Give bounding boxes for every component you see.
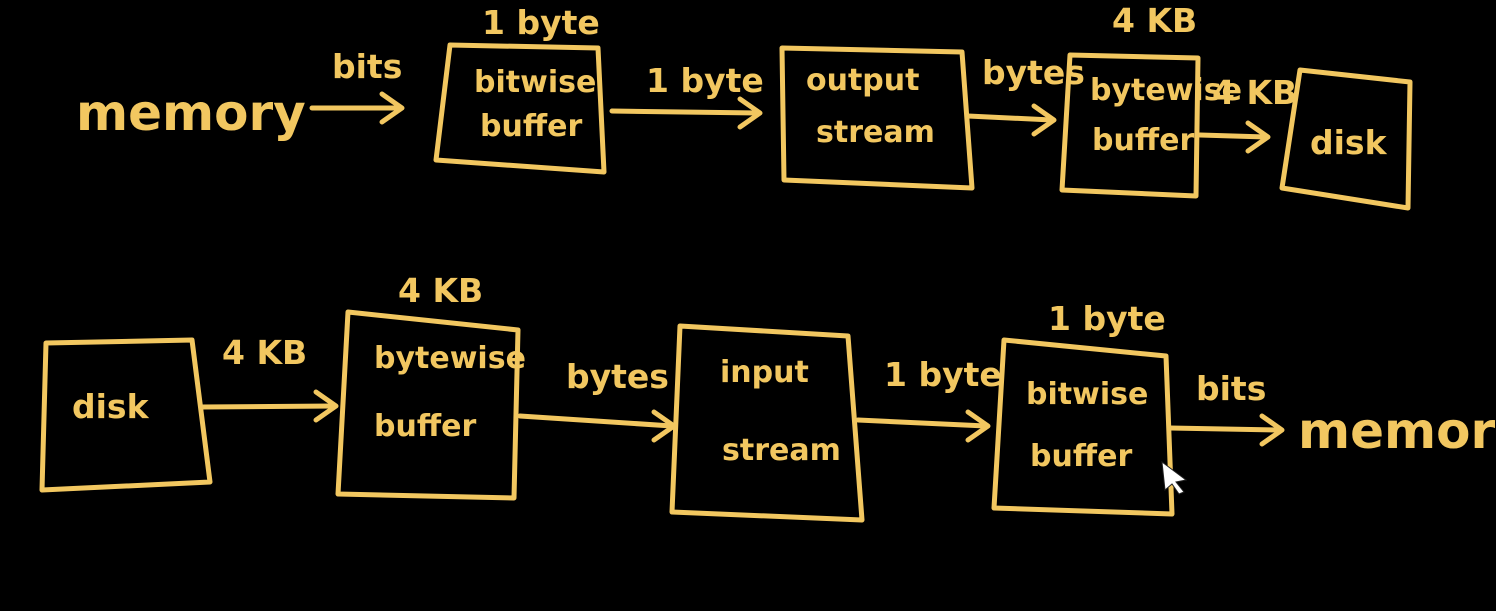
- mouse-cursor-icon: [1161, 460, 1188, 495]
- write-box-1-top-label: 1 byte: [482, 3, 600, 42]
- write-box-1-line2: buffer: [480, 109, 582, 144]
- read-box-1-line2: buffer: [374, 409, 476, 444]
- read-source-disk: disk: [39, 337, 213, 493]
- read-sink-memory: memory: [1298, 402, 1496, 460]
- read-box-3-line1: bitwise: [1026, 377, 1148, 412]
- write-box-2-output-stream: output stream: [779, 45, 975, 191]
- read-box-3-line2: buffer: [1030, 439, 1132, 474]
- whiteboard-diagram: memory bits 1 byte bitwise buffer 1 byte…: [39, 1, 1496, 523]
- read-box-1-bytewise-buffer: bytewise buffer: [335, 309, 526, 501]
- write-box-2-line1: output: [806, 63, 919, 98]
- read-box-3-bitwise-buffer: bitwise buffer: [991, 337, 1175, 517]
- read-arrow-2: [517, 409, 677, 443]
- read-arrow-3-label: 1 byte: [884, 355, 1002, 394]
- read-box-2-line1: input: [720, 355, 809, 390]
- read-arrow-4-label: bits: [1196, 369, 1266, 408]
- write-box-3-top-label: 4 KB: [1112, 1, 1197, 40]
- read-arrow-2-label: bytes: [566, 357, 669, 396]
- write-arrow-3: [965, 103, 1057, 137]
- write-arrow-4: [1197, 120, 1271, 154]
- write-arrow-2-label: 1 byte: [646, 61, 764, 100]
- read-arrow-1-label: 4 KB: [222, 333, 307, 372]
- write-arrow-4-label: 4 KB: [1212, 73, 1297, 112]
- write-sink-disk: disk: [1279, 67, 1413, 211]
- read-box-1-line1: bytewise: [374, 341, 526, 376]
- read-box-2-line2: stream: [722, 433, 841, 468]
- write-sink-label: disk: [1310, 123, 1388, 162]
- write-pipeline: memory bits 1 byte bitwise buffer 1 byte…: [76, 1, 1413, 211]
- write-box-2-line2: stream: [816, 115, 935, 150]
- write-arrow-2: [609, 96, 763, 130]
- read-arrow-3: [855, 409, 991, 443]
- read-arrow-4: [1167, 413, 1285, 447]
- write-box-1-line1: bitwise: [474, 65, 596, 100]
- read-box-3-top-label: 1 byte: [1048, 299, 1166, 338]
- read-source-label: disk: [72, 387, 150, 426]
- read-box-1-top-label: 4 KB: [398, 271, 483, 310]
- write-arrow-1-label: bits: [332, 47, 402, 86]
- write-arrow-1: [309, 91, 405, 125]
- write-box-1-bitwise-buffer: bitwise buffer: [433, 42, 607, 175]
- write-box-3-line2: buffer: [1092, 123, 1194, 158]
- read-box-2-input-stream: input stream: [669, 323, 865, 523]
- read-arrow-1: [199, 389, 339, 423]
- write-source-memory: memory: [76, 84, 306, 142]
- read-pipeline: disk 4 KB 4 KB bytewise buffer bytes inp…: [39, 271, 1496, 523]
